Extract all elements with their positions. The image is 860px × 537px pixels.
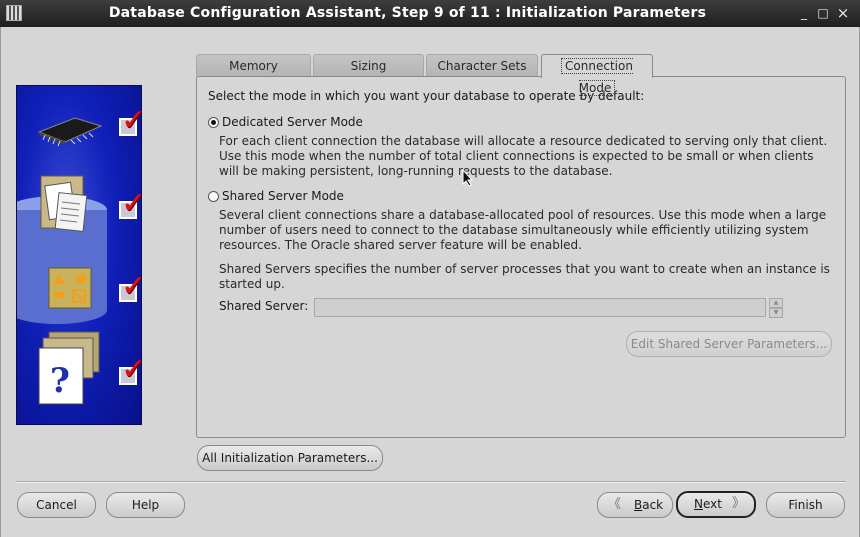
tab-memory[interactable]: Memory [196,54,311,77]
footer-separator [16,481,846,483]
chevron-left-icon: 《 [608,497,622,512]
tab-connection-mode[interactable]: Connection Mode [541,54,653,96]
help-document-icon: ? [38,331,100,405]
connection-mode-panel: Select the mode in which you want your d… [196,76,846,438]
dedicated-server-label[interactable]: Dedicated Server Mode [222,115,363,129]
window-title: Database Configuration Assistant, Step 9… [108,5,707,21]
help-button-label: Help [131,498,160,512]
tab-label: Character Sets [437,59,527,73]
shared-server-input[interactable] [314,298,766,317]
shapes-folder-icon [48,267,92,309]
dedicated-server-radio[interactable] [208,117,219,128]
spinner-down-button[interactable]: ▼ [769,308,783,318]
shared-server-field-label: Shared Server: [219,299,309,313]
tab-sizing[interactable]: Sizing [313,54,424,77]
chip-icon [37,117,103,147]
dialog-body: ✓ ✓ ✓ [0,27,860,537]
spinner-up-button[interactable]: ▲ [769,298,783,308]
checkmark-icon: ✓ [121,272,141,302]
svg-text:?: ? [50,361,70,401]
shared-servers-note: Shared Servers specifies the number of s… [219,262,830,291]
dedicated-server-description: For each client connection the database … [219,134,828,178]
chevron-right-icon: 》 [732,496,746,511]
back-button-label: Back [634,498,664,512]
tab-character-sets[interactable]: Character Sets [426,54,538,77]
edit-shared-server-parameters-button[interactable]: Edit Shared Server Parameters... [626,331,832,357]
checkmark-icon: ✓ [121,189,141,219]
finish-button-label: Finish [788,498,823,512]
cancel-button[interactable]: Cancel [17,492,96,518]
shared-server-radio[interactable] [208,191,219,202]
tab-label: Sizing [350,59,387,73]
minimize-button[interactable]: _ [795,4,813,22]
wizard-side-image: ✓ ✓ ✓ [16,85,142,425]
tab-label: Memory [229,59,278,73]
mouse-cursor-icon [462,169,474,187]
back-button[interactable]: 《 Back [597,492,673,518]
next-button[interactable]: Next 》 [676,491,756,518]
title-bar: Database Configuration Assistant, Step 9… [0,0,860,27]
close-button[interactable]: × [834,4,852,22]
checkmark-icon: ✓ [121,355,141,385]
next-button-label: Next [694,497,722,511]
finish-button[interactable]: Finish [766,492,845,518]
all-initialization-parameters-button[interactable]: All Initialization Parameters... [197,445,383,471]
shared-server-description: Several client connections share a datab… [219,208,827,252]
maximize-button[interactable]: □ [814,4,832,22]
checkmark-icon: ✓ [121,106,141,136]
help-button[interactable]: Help [106,492,185,518]
shared-server-label[interactable]: Shared Server Mode [222,189,344,203]
